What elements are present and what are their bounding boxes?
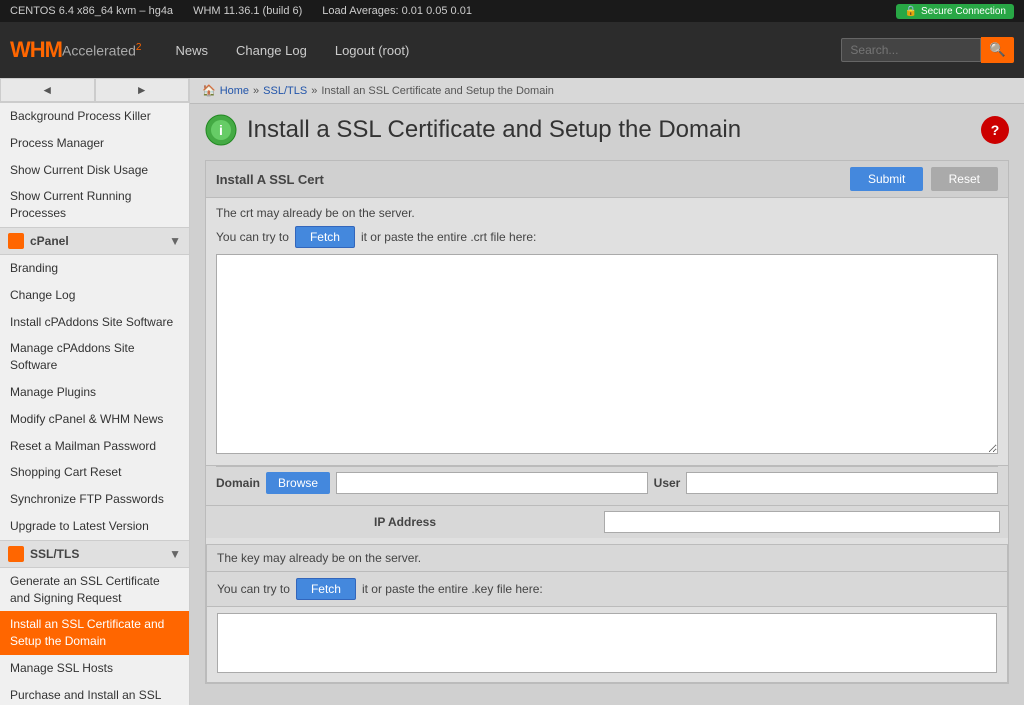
- sidebar-item-reset-mailman[interactable]: Reset a Mailman Password: [0, 433, 189, 460]
- logo: WHM Accelerated2: [10, 37, 141, 63]
- search-button[interactable]: 🔍: [981, 37, 1014, 63]
- domain-input[interactable]: [336, 472, 648, 494]
- sidebar-section-cpanel[interactable]: cPanel ▼: [0, 227, 189, 255]
- sidebar-item-manage-cpaddons[interactable]: Manage cPAddons Site Software: [0, 335, 189, 379]
- crt-hint3: it or paste the entire .crt file here:: [361, 230, 536, 244]
- key-hint-row1: The key may already be on the server.: [207, 545, 1007, 572]
- sidebar-item-running-processes[interactable]: Show Current Running Processes: [0, 183, 189, 227]
- sidebar-item-disk-usage[interactable]: Show Current Disk Usage: [0, 157, 189, 184]
- reset-button[interactable]: Reset: [931, 167, 998, 191]
- sidebar-item-upgrade[interactable]: Upgrade to Latest Version: [0, 513, 189, 540]
- breadcrumb-sep2: »: [311, 85, 317, 97]
- sidebar-section-ssl[interactable]: SSL/TLS ▼: [0, 540, 189, 568]
- crt-textarea[interactable]: [216, 254, 998, 454]
- sidebar-back-btn[interactable]: ◄: [0, 78, 95, 102]
- logo-whm: WHM: [10, 37, 62, 63]
- domain-row: Domain Browse User: [216, 466, 998, 499]
- nav-bar: WHM Accelerated2 News Change Log Logout …: [0, 22, 1024, 78]
- breadcrumb-current: Install an SSL Certificate and Setup the…: [321, 85, 554, 97]
- key-fetch-button[interactable]: Fetch: [296, 578, 356, 600]
- crt-hint-row: The crt may already be on the server.: [216, 206, 998, 220]
- breadcrumb: 🏠 Home » SSL/TLS » Install an SSL Certif…: [190, 78, 1024, 104]
- ip-row: IP Address: [206, 505, 1008, 538]
- server-info: CENTOS 6.4 x86_64 kvm – hg4a: [10, 5, 173, 17]
- crt-fetch-row: You can try to Fetch it or paste the ent…: [216, 226, 998, 248]
- ip-input[interactable]: [604, 511, 1000, 533]
- page-title: Install a SSL Certificate and Setup the …: [247, 116, 741, 144]
- key-textarea[interactable]: [217, 613, 997, 673]
- search-area: 🔍: [841, 37, 1014, 63]
- svg-text:?: ?: [991, 122, 1000, 138]
- form-body: The crt may already be on the server. Yo…: [206, 198, 1008, 465]
- user-label: User: [654, 476, 681, 490]
- crt-fetch-button[interactable]: Fetch: [295, 226, 355, 248]
- browse-button[interactable]: Browse: [266, 472, 330, 494]
- breadcrumb-home-link[interactable]: Home: [220, 85, 249, 97]
- sidebar-item-shopping-cart[interactable]: Shopping Cart Reset: [0, 459, 189, 486]
- key-hint2: You can try to: [217, 582, 290, 596]
- sidebar-item-sync-ftp[interactable]: Synchronize FTP Passwords: [0, 486, 189, 513]
- lock-icon: 🔒: [904, 6, 916, 17]
- sidebar-item-install-ssl[interactable]: Install an SSL Certificate and Setup the…: [0, 611, 189, 655]
- ssl-page-icon: i: [205, 114, 237, 146]
- logo-accel: Accelerated2: [62, 42, 142, 59]
- nav-changelog[interactable]: Change Log: [222, 37, 321, 64]
- sidebar-item-generate-ssl[interactable]: Generate an SSL Certificate and Signing …: [0, 568, 189, 612]
- sidebar-item-manage-plugins[interactable]: Manage Plugins: [0, 379, 189, 406]
- form-header: Install A SSL Cert Submit Reset: [206, 161, 1008, 198]
- breadcrumb-ssl-link[interactable]: SSL/TLS: [263, 85, 307, 97]
- key-section: The key may already be on the server. Yo…: [206, 544, 1008, 683]
- ssl-chevron: ▼: [169, 547, 181, 561]
- content-area: 🏠 Home » SSL/TLS » Install an SSL Certif…: [190, 78, 1024, 705]
- crt-hint1: The crt may already be on the server.: [216, 206, 415, 220]
- ssl-icon: [8, 546, 24, 562]
- help-icon[interactable]: ?: [981, 116, 1009, 144]
- key-fetch-row: You can try to Fetch it or paste the ent…: [207, 572, 1007, 607]
- sidebar-item-install-cpaddons[interactable]: Install cPAddons Site Software: [0, 309, 189, 336]
- form-buttons: Submit Reset: [850, 167, 998, 191]
- sidebar-item-manage-ssl[interactable]: Manage SSL Hosts: [0, 655, 189, 682]
- user-input[interactable]: [686, 472, 998, 494]
- sidebar: ◄ ► Background Process Killer Process Ma…: [0, 78, 190, 705]
- secure-badge: 🔒 Secure Connection: [896, 4, 1014, 19]
- cpanel-icon: [8, 233, 24, 249]
- search-input[interactable]: [841, 38, 981, 62]
- whm-version: WHM 11.36.1 (build 6): [193, 5, 302, 17]
- breadcrumb-home-icon: 🏠: [202, 84, 216, 97]
- nav-news[interactable]: News: [161, 37, 222, 64]
- form-header-title: Install A SSL Cert: [216, 172, 324, 187]
- sidebar-item-bg-process-killer[interactable]: Background Process Killer: [0, 103, 189, 130]
- cpanel-chevron: ▼: [169, 234, 181, 248]
- crt-hint2: You can try to: [216, 230, 289, 244]
- ip-label: IP Address: [214, 515, 596, 529]
- key-hint1: The key may already be on the server.: [217, 551, 421, 565]
- breadcrumb-sep1: »: [253, 85, 259, 97]
- page-content: i Install a SSL Certificate and Setup th…: [190, 104, 1024, 700]
- sidebar-item-branding[interactable]: Branding: [0, 255, 189, 282]
- top-bar: CENTOS 6.4 x86_64 kvm – hg4a WHM 11.36.1…: [0, 0, 1024, 22]
- key-hint3: it or paste the entire .key file here:: [362, 582, 543, 596]
- nav-logout[interactable]: Logout (root): [321, 37, 423, 64]
- logo-sup: 2: [136, 42, 142, 53]
- domain-label: Domain: [216, 476, 260, 490]
- sidebar-item-purchase-ssl[interactable]: Purchase and Install an SSL Certificate: [0, 682, 189, 705]
- crt-form-section: Install A SSL Cert Submit Reset The crt …: [205, 160, 1009, 684]
- sidebar-item-process-manager[interactable]: Process Manager: [0, 130, 189, 157]
- ssl-section-label: SSL/TLS: [30, 547, 79, 561]
- load-info: Load Averages: 0.01 0.05 0.01: [322, 5, 472, 17]
- sidebar-fwd-btn[interactable]: ►: [95, 78, 190, 102]
- submit-button[interactable]: Submit: [850, 167, 923, 191]
- sidebar-item-modify-news[interactable]: Modify cPanel & WHM News: [0, 406, 189, 433]
- cpanel-section-label: cPanel: [30, 234, 69, 248]
- sidebar-item-change-log[interactable]: Change Log: [0, 282, 189, 309]
- svg-text:i: i: [219, 122, 223, 138]
- sidebar-nav-arrows: ◄ ►: [0, 78, 189, 103]
- page-title-row: i Install a SSL Certificate and Setup th…: [205, 114, 1009, 146]
- main-layout: ◄ ► Background Process Killer Process Ma…: [0, 78, 1024, 705]
